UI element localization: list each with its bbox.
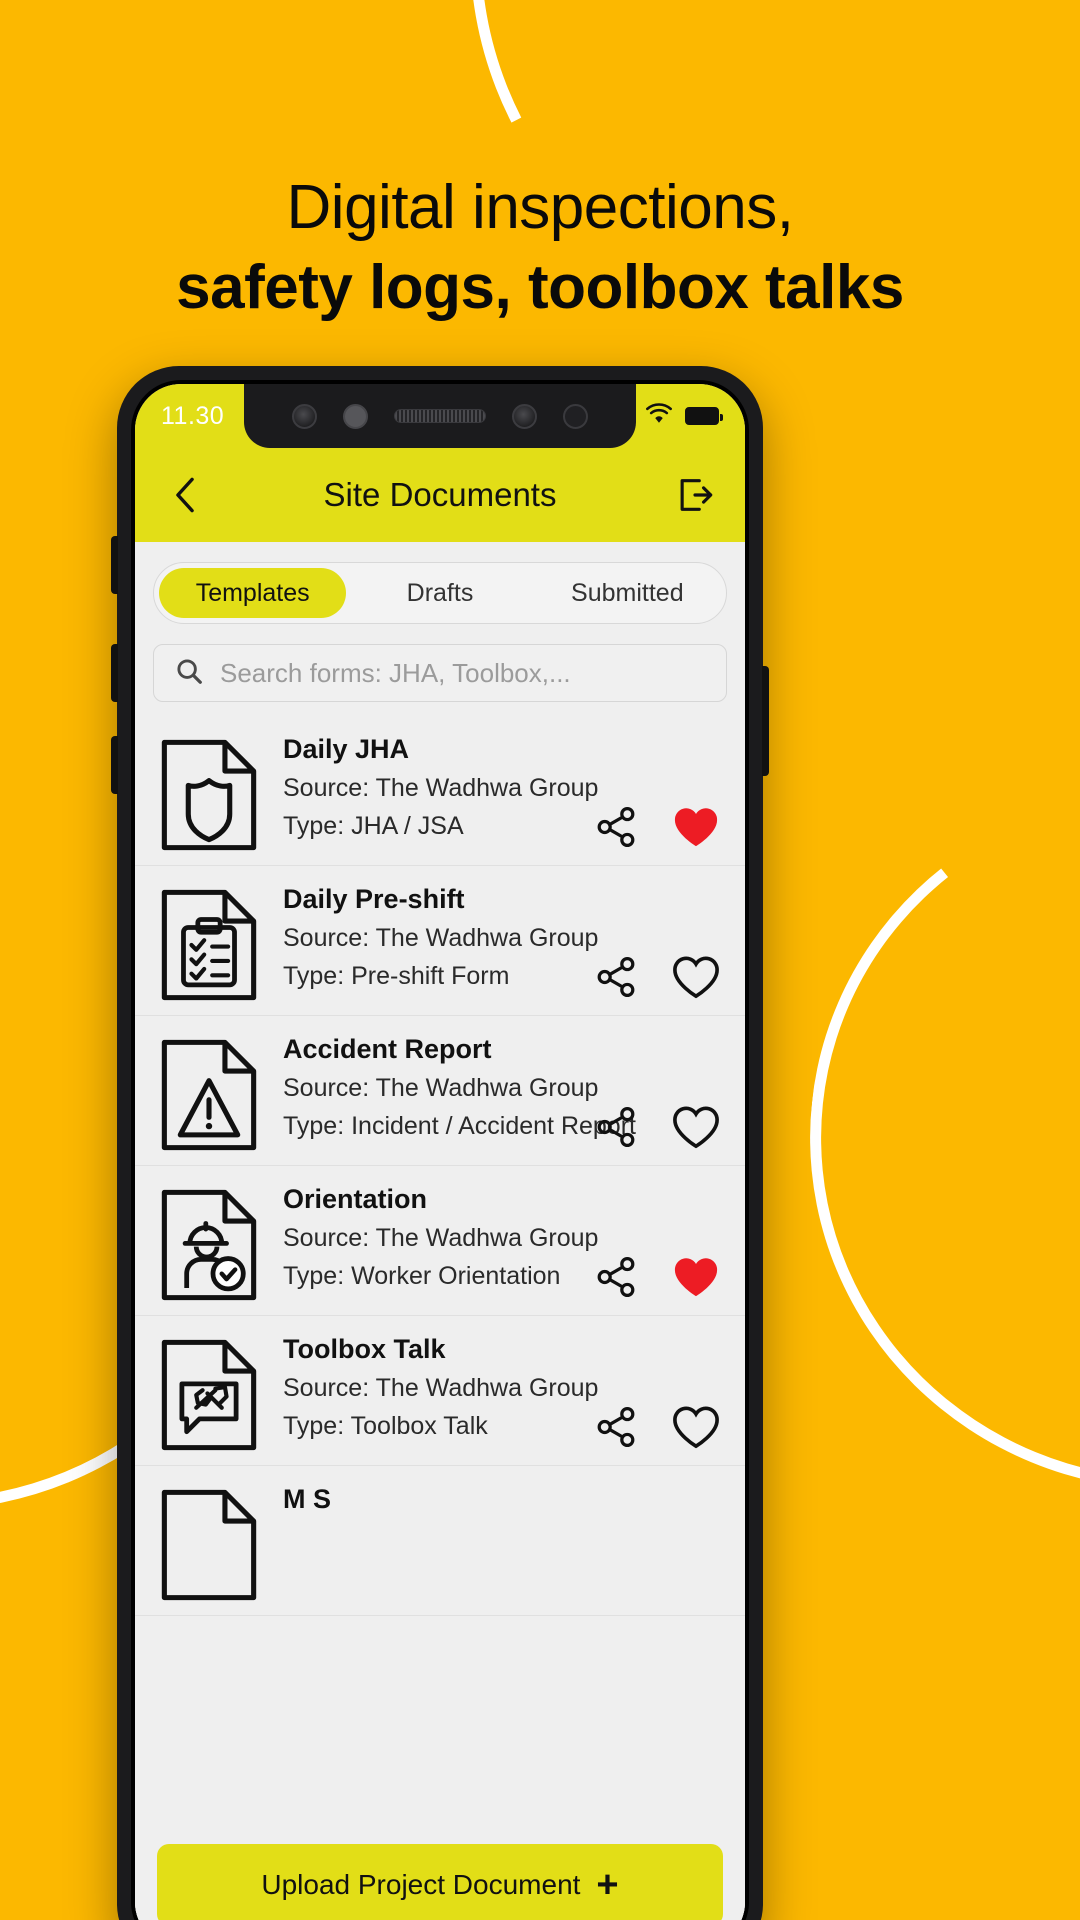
document-tools-icon [157, 1330, 261, 1459]
upload-cta-container: Upload Project Document + [135, 1830, 745, 1920]
heart-outline-icon[interactable] [671, 1104, 721, 1155]
chevron-left-icon [176, 477, 194, 513]
document-source: Source: The Wadhwa Group [283, 1074, 599, 1102]
upload-project-document-button[interactable]: Upload Project Document + [157, 1844, 723, 1920]
app-header: Site Documents [135, 448, 745, 542]
status-time: 11.30 [161, 401, 225, 430]
list-item[interactable]: Toolbox Talk Source: The Wadhwa Group Ty… [135, 1316, 745, 1466]
page-title: Site Documents [323, 476, 557, 513]
list-item[interactable]: Daily Pre-shift Source: The Wadhwa Group… [135, 866, 745, 1016]
list-item-actions [595, 1404, 721, 1455]
tab-templates[interactable]: Templates [159, 568, 347, 618]
heart-outline-icon[interactable] [671, 1404, 721, 1455]
share-icon[interactable] [595, 1106, 637, 1153]
list-item-actions [595, 804, 721, 855]
list-item[interactable]: Orientation Source: The Wadhwa Group Typ… [135, 1166, 745, 1316]
phone-screen: 11.30 Site Documents Templates Drafts Su… [135, 384, 745, 1920]
document-source: Source: The Wadhwa Group [283, 774, 599, 802]
document-checklist-icon [157, 880, 261, 1009]
share-icon[interactable] [595, 956, 637, 1003]
list-item[interactable]: Accident Report Source: The Wadhwa Group… [135, 1016, 745, 1166]
phone-notch [244, 384, 636, 448]
list-item[interactable]: Daily JHA Source: The Wadhwa Group Type:… [135, 716, 745, 866]
heart-filled-icon[interactable] [671, 804, 721, 855]
document-shield-icon [157, 730, 261, 859]
share-icon[interactable] [595, 1256, 637, 1303]
search-input[interactable]: Search forms: JHA, Toolbox,... [220, 658, 571, 689]
heart-filled-icon[interactable] [671, 1254, 721, 1305]
decorative-arc-right [775, 754, 1080, 1526]
tab-drafts[interactable]: Drafts [346, 568, 533, 618]
share-icon[interactable] [595, 1406, 637, 1453]
headline-line-2: safety logs, toolbox talks [176, 252, 904, 322]
phone-bezel: 11.30 Site Documents Templates Drafts Su… [131, 380, 749, 1920]
wifi-icon [645, 402, 673, 430]
list-item-info: M S [283, 1480, 727, 1609]
tab-submitted[interactable]: Submitted [534, 568, 721, 618]
document-name: Orientation [283, 1184, 428, 1214]
upload-button-label: Upload Project Document [261, 1869, 581, 1900]
proximity-sensor-icon [563, 403, 588, 429]
poster-headline: Digital inspections, safety logs, toolbo… [0, 172, 1080, 324]
screen-content: Templates Drafts Submitted Search forms:… [135, 542, 745, 1920]
list-item-actions [595, 1104, 721, 1155]
headline-line-1: Digital inspections, [286, 173, 794, 242]
document-warning-icon [157, 1030, 261, 1159]
document-worker-icon [157, 1180, 261, 1309]
plus-icon: + [596, 1864, 619, 1906]
battery-icon [685, 407, 723, 425]
document-name: Daily JHA [283, 734, 410, 764]
list-item[interactable]: M S [135, 1466, 745, 1616]
document-source: Source: The Wadhwa Group [283, 1374, 599, 1402]
document-source: Source: The Wadhwa Group [283, 1224, 599, 1252]
phone-mockup: 11.30 Site Documents Templates Drafts Su… [111, 366, 769, 1920]
sensor-icon [343, 403, 368, 429]
search-bar[interactable]: Search forms: JHA, Toolbox,... [153, 644, 727, 702]
back-button[interactable] [161, 471, 209, 519]
document-source: Source: The Wadhwa Group [283, 924, 599, 952]
search-icon [174, 656, 204, 691]
document-name: Toolbox Talk [283, 1334, 446, 1364]
front-camera-icon [292, 403, 317, 429]
document-name: Daily Pre-shift [283, 884, 465, 914]
front-camera-secondary-icon [512, 403, 537, 429]
heart-outline-icon[interactable] [671, 954, 721, 1005]
document-name: M S [283, 1484, 332, 1514]
document-partial-icon [157, 1480, 261, 1609]
tab-bar: Templates Drafts Submitted [153, 562, 727, 624]
logout-button[interactable] [671, 471, 719, 519]
list-item-actions [595, 1254, 721, 1305]
list-item-actions [595, 954, 721, 1005]
logout-icon [680, 479, 713, 511]
share-icon[interactable] [595, 806, 637, 853]
documents-list: Daily JHA Source: The Wadhwa Group Type:… [135, 716, 745, 1616]
earpiece-speaker [394, 409, 486, 423]
document-name: Accident Report [283, 1034, 492, 1064]
